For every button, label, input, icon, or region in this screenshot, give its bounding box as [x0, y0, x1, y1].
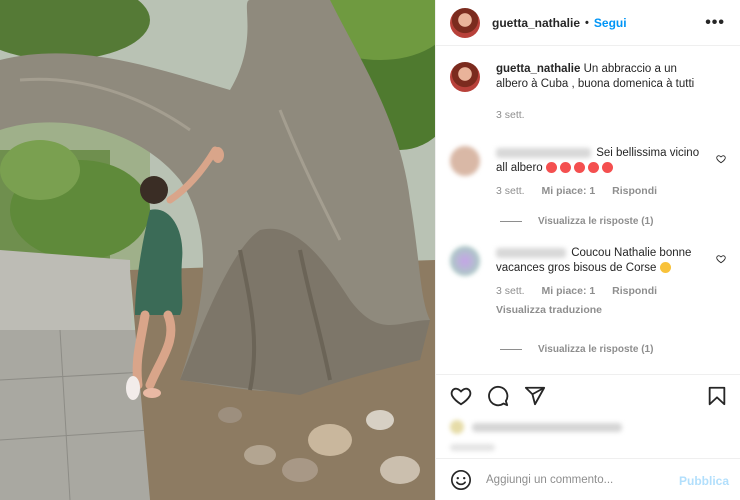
- commenter-avatar[interactable]: [450, 146, 480, 176]
- caption-body: guetta_nathalie Un abbraccio a un albero…: [496, 62, 701, 123]
- commenter-username[interactable]: [496, 247, 566, 258]
- comment-body: Sei bellissima vicino all albero 3 sett.…: [496, 146, 701, 199]
- post-photo[interactable]: [0, 0, 435, 500]
- comment-meta: 3 sett. Mi piace: 1 Rispondi: [496, 184, 701, 199]
- post-caption: guetta_nathalie Un abbraccio a un albero…: [450, 62, 701, 123]
- heart-icon[interactable]: [450, 385, 472, 407]
- replies-divider: [500, 349, 522, 350]
- instagram-post: guetta_nathalie • Segui ••• guetta_natha…: [0, 0, 740, 500]
- commenter-username[interactable]: [496, 147, 591, 158]
- commenter-avatar[interactable]: [450, 246, 480, 276]
- reply-button[interactable]: Rispondi: [612, 285, 657, 297]
- liker-avatar: [450, 420, 464, 434]
- comment-heart-icon[interactable]: [716, 254, 726, 264]
- share-icon[interactable]: [524, 385, 546, 407]
- view-replies-button[interactable]: Visualizza le risposte (1): [500, 216, 653, 227]
- likes-summary[interactable]: [450, 418, 650, 451]
- comment-item: Coucou Nathalie bonne vacances gros biso…: [450, 246, 730, 318]
- action-bar: [436, 374, 740, 418]
- reply-button[interactable]: Rispondi: [612, 185, 657, 197]
- emoji-icon[interactable]: [450, 469, 472, 491]
- comment-body: Coucou Nathalie bonne vacances gros biso…: [496, 246, 701, 318]
- comment-item: Sei bellissima vicino all albero 3 sett.…: [450, 146, 730, 199]
- post-header: guetta_nathalie • Segui •••: [436, 0, 740, 46]
- publish-button[interactable]: Pubblica: [679, 474, 729, 488]
- view-replies-label[interactable]: Visualizza le risposte (1): [538, 344, 653, 355]
- comment-likes[interactable]: Mi piace: 1: [542, 185, 596, 197]
- caption-time: 3 sett.: [496, 109, 525, 121]
- heart-eyes-emojis: [545, 162, 616, 174]
- comment-input[interactable]: [486, 473, 666, 486]
- caption-avatar[interactable]: [450, 62, 480, 92]
- more-options-icon[interactable]: •••: [705, 14, 725, 32]
- add-comment-bar: Pubblica: [436, 458, 740, 500]
- likes-text-blurred: [472, 423, 622, 432]
- post-date-blurred: [450, 444, 495, 451]
- replies-divider: [500, 221, 522, 222]
- author-avatar[interactable]: [450, 7, 480, 38]
- author-username[interactable]: guetta_nathalie: [492, 16, 580, 30]
- bookmark-icon[interactable]: [706, 385, 728, 407]
- separator-dot: •: [585, 16, 589, 29]
- view-replies-button[interactable]: Visualizza le risposte (1): [500, 344, 653, 355]
- comment-icon[interactable]: [487, 385, 509, 407]
- comment-time: 3 sett.: [496, 285, 525, 297]
- tree-hug-photo: [0, 0, 435, 500]
- comment-meta: 3 sett. Mi piace: 1 Rispondi: [496, 284, 701, 299]
- kiss-emoji: [659, 262, 671, 274]
- translate-button[interactable]: Visualizza traduzione: [496, 303, 701, 318]
- follow-button[interactable]: Segui: [594, 16, 627, 30]
- post-panel: guetta_nathalie • Segui ••• guetta_natha…: [435, 0, 740, 500]
- comment-heart-icon[interactable]: [716, 154, 726, 164]
- view-replies-label[interactable]: Visualizza le risposte (1): [538, 216, 653, 227]
- caption-username[interactable]: guetta_nathalie: [496, 63, 580, 75]
- comments-section[interactable]: guetta_nathalie Un abbraccio a un albero…: [436, 46, 740, 374]
- comment-likes[interactable]: Mi piace: 1: [542, 285, 596, 297]
- comment-time: 3 sett.: [496, 185, 525, 197]
